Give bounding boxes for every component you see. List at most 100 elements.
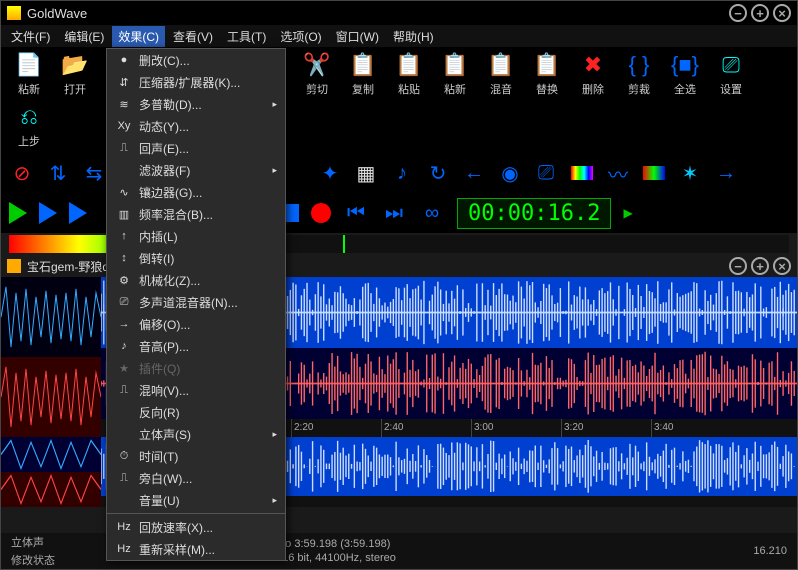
close-button[interactable]: × bbox=[773, 4, 791, 22]
open-button[interactable]: 📂打开 bbox=[55, 51, 95, 97]
disc-icon[interactable]: ◉ bbox=[497, 160, 523, 186]
minimize-button[interactable]: − bbox=[729, 4, 747, 22]
timecode-display: 00:00:16.2 bbox=[457, 198, 611, 229]
new-button[interactable]: 📄粘新 bbox=[9, 51, 49, 97]
effect-voiceover[interactable]: ⎍旁白(W)... bbox=[107, 467, 285, 489]
effect-pitch[interactable]: ♪音高(P)... bbox=[107, 335, 285, 357]
spark-icon[interactable]: ✶ bbox=[677, 160, 703, 186]
cut-button[interactable]: ✂️剪切 bbox=[297, 51, 337, 97]
record-button[interactable] bbox=[311, 203, 331, 223]
doc-close-button[interactable]: × bbox=[773, 257, 791, 275]
color-icon[interactable] bbox=[641, 160, 667, 186]
effect-multimixer[interactable]: ⎚多声道混音器(N)... bbox=[107, 291, 285, 313]
play-button[interactable] bbox=[9, 202, 27, 224]
doc-minimize-button[interactable]: − bbox=[729, 257, 747, 275]
status-modified: 修改状态 bbox=[11, 552, 55, 568]
play-selection-button[interactable] bbox=[39, 202, 57, 224]
left-icon[interactable]: ← bbox=[461, 160, 487, 186]
effect-dynamics[interactable]: Xy动态(Y)... bbox=[107, 115, 285, 137]
effect-time[interactable]: ⏱时间(T) bbox=[107, 445, 285, 467]
menu-effect[interactable]: 效果(C) bbox=[112, 26, 165, 47]
replace-icon: 📋 bbox=[533, 51, 561, 79]
trim-button[interactable]: { }剪裁 bbox=[619, 51, 659, 97]
forward-button[interactable]: ⏭ bbox=[381, 200, 407, 226]
effect-doppler[interactable]: ≋多普勒(D)...▸ bbox=[107, 93, 285, 115]
overview-left-channel[interactable] bbox=[1, 277, 101, 357]
effect-offset[interactable]: →偏移(O)... bbox=[107, 313, 285, 335]
menu-option[interactable]: 选项(O) bbox=[274, 26, 327, 47]
prev-button[interactable]: ⎌上步 bbox=[9, 103, 49, 149]
replace-button[interactable]: 📋替换 bbox=[527, 51, 567, 97]
effect-filter[interactable]: 滤波器(F)▸ bbox=[107, 159, 285, 181]
selectall-icon: {■} bbox=[671, 51, 699, 79]
paste-icon: 📋 bbox=[395, 51, 423, 79]
mix-button[interactable]: 📋混音 bbox=[481, 51, 521, 97]
exchange-icon: ⇵ bbox=[115, 76, 133, 89]
hz-icon: Hz bbox=[115, 543, 133, 555]
note-icon[interactable]: ♪ bbox=[389, 160, 415, 186]
delete-icon: ✖ bbox=[579, 51, 607, 79]
star-icon: ★ bbox=[115, 362, 133, 375]
up-icon: ↑ bbox=[115, 230, 133, 242]
reload-icon[interactable]: ↻ bbox=[425, 160, 451, 186]
selectall-button[interactable]: {■}全选 bbox=[665, 51, 705, 97]
effect-mechanize[interactable]: ⚙机械化(Z)... bbox=[107, 269, 285, 291]
menu-window[interactable]: 窗口(W) bbox=[330, 26, 385, 47]
right-icon[interactable]: → bbox=[713, 160, 739, 186]
copy-button[interactable]: 📋复制 bbox=[343, 51, 383, 97]
cut-icon: ✂️ bbox=[303, 51, 331, 79]
stop-icon[interactable]: ⊘ bbox=[9, 160, 35, 186]
sliders-icon[interactable]: ⎚ bbox=[533, 160, 559, 186]
open-icon: 📂 bbox=[61, 51, 89, 79]
rewind-button[interactable]: ⏮ bbox=[343, 200, 369, 226]
pulse-icon: ⎍ bbox=[115, 142, 133, 155]
title-bar: GoldWave − + × bbox=[1, 1, 797, 25]
paste-button[interactable]: 📋粘贴 bbox=[389, 51, 429, 97]
exchange-icon[interactable]: ⇅ bbox=[45, 160, 71, 186]
echo-icon: ⎍ bbox=[115, 384, 133, 397]
gear-icon: ⚙ bbox=[115, 274, 133, 287]
trim-icon: { } bbox=[625, 51, 653, 79]
menu-help[interactable]: 帮助(H) bbox=[387, 26, 440, 47]
effect-censor[interactable]: ●删改(C)... bbox=[107, 49, 285, 71]
menu-bar: 文件(F) 编辑(E) 效果(C) 查看(V) 工具(T) 选项(O) 窗口(W… bbox=[1, 25, 797, 47]
sliders-icon: ⎚ bbox=[115, 296, 133, 309]
spectrum-icon[interactable] bbox=[569, 160, 595, 186]
play-loop-button[interactable] bbox=[69, 202, 87, 224]
effect-volume[interactable]: 音量(U)▸ bbox=[107, 489, 285, 511]
copy-icon: 📋 bbox=[349, 51, 377, 79]
effect-interpolate[interactable]: ↑内插(L) bbox=[107, 225, 285, 247]
effect-flanger[interactable]: ∿镶边器(G)... bbox=[107, 181, 285, 203]
settings-icon: ⎚ bbox=[717, 51, 745, 79]
settings-button[interactable]: ⎚设置 bbox=[711, 51, 751, 97]
overview-mini[interactable] bbox=[1, 437, 101, 507]
menu-tool[interactable]: 工具(T) bbox=[221, 26, 272, 47]
app-title: GoldWave bbox=[27, 6, 725, 21]
star-icon[interactable]: ✦ bbox=[317, 160, 343, 186]
maximize-button[interactable]: + bbox=[751, 4, 769, 22]
wave-icon[interactable]: 〰 bbox=[605, 160, 631, 186]
effect-playback-rate[interactable]: Hz回放速率(X)... bbox=[107, 516, 285, 538]
effect-echo[interactable]: ⎍回声(E)... bbox=[107, 137, 285, 159]
effect-stereo[interactable]: 立体声(S)▸ bbox=[107, 423, 285, 445]
overview-right-channel[interactable] bbox=[1, 357, 101, 437]
menu-file[interactable]: 文件(F) bbox=[5, 26, 56, 47]
effect-reverse[interactable]: 反向(R) bbox=[107, 401, 285, 423]
effect-freqblend[interactable]: ▥频率混合(B)... bbox=[107, 203, 285, 225]
link-icon[interactable]: ∞ bbox=[419, 200, 445, 226]
bars-icon: ▥ bbox=[115, 208, 133, 221]
delete-button[interactable]: ✖删除 bbox=[573, 51, 613, 97]
grid-icon[interactable]: ▦ bbox=[353, 160, 379, 186]
effect-compexp[interactable]: ⇵压缩器/扩展器(K)... bbox=[107, 71, 285, 93]
wave-icon: ≋ bbox=[115, 98, 133, 111]
pastenew-button[interactable]: 📋粘新 bbox=[435, 51, 475, 97]
effect-reverb[interactable]: ⎍混响(V)... bbox=[107, 379, 285, 401]
effect-plugin: ★插件(Q) bbox=[107, 357, 285, 379]
menu-view[interactable]: 查看(V) bbox=[167, 26, 219, 47]
effect-invert[interactable]: ↕倒转(I) bbox=[107, 247, 285, 269]
effect-dropdown: ●删改(C)... ⇵压缩器/扩展器(K)... ≋多普勒(D)...▸ Xy动… bbox=[106, 48, 286, 561]
doc-maximize-button[interactable]: + bbox=[751, 257, 769, 275]
effect-resample[interactable]: Hz重新采样(M)... bbox=[107, 538, 285, 560]
compress-icon[interactable]: ⇆ bbox=[81, 160, 107, 186]
menu-edit[interactable]: 编辑(E) bbox=[58, 26, 110, 47]
